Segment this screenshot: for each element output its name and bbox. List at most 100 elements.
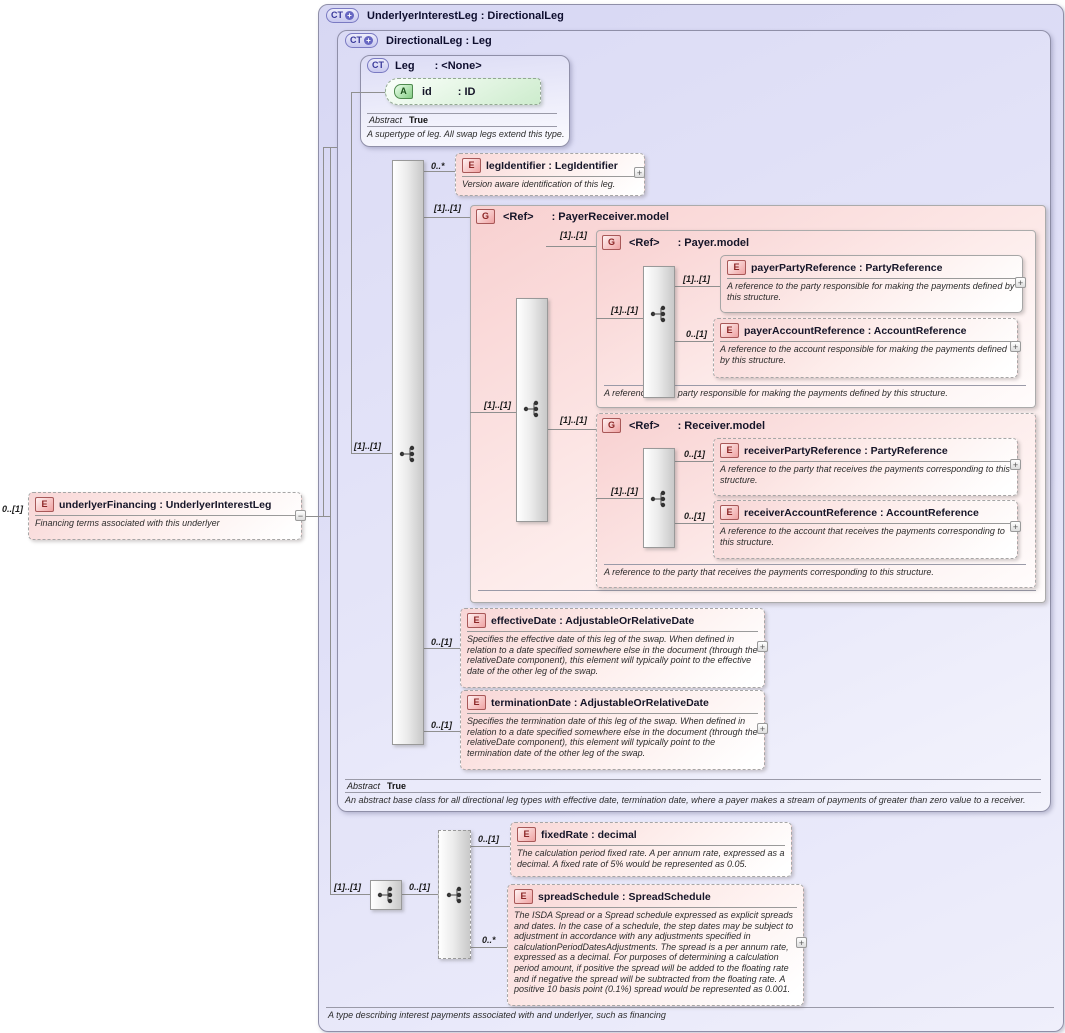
expand-icon-spreadschedule[interactable]: + [796,937,807,948]
element-box-fixedrate[interactable]: E fixedRate : decimal The calculation pe… [510,822,792,877]
cardinality-label: [1]..[1] [354,441,381,451]
sequence-bar-extension-inner [438,830,471,959]
connector-line [323,147,324,516]
abstract-value: True [387,781,406,791]
abstract-value: True [409,115,428,125]
expand-icon-payerpartyreference[interactable]: + [1015,277,1026,288]
connector-line [469,947,507,948]
sequence-bar-payerreceiver [516,298,548,522]
complextype-icon: CT+ [326,8,359,23]
complextype-icon: CT+ [345,33,378,48]
element-box-legidentifier[interactable]: E legIdentifier : LegIdentifier Version … [455,153,645,196]
page-title: UnderlyerInterestLeg : DirectionalLeg [367,10,564,22]
connector-line [546,246,596,247]
connector-line [422,171,455,172]
element-box-terminationdate[interactable]: E terminationDate : AdjustableOrRelative… [460,690,765,770]
element-documentation: Financing terms associated with this und… [35,515,295,529]
element-icon: E [727,260,746,275]
attribute-icon: A [394,84,413,99]
element-name: effectiveDate : AdjustableOrRelativeDate [491,615,694,627]
complextype-header-directionalleg: CT+ DirectionalLeg : Leg [345,33,492,48]
connector-line [673,523,713,524]
expand-icon-payeraccountreference[interactable]: + [1010,341,1021,352]
sequence-bar-payer [643,266,675,398]
xsd-diagram: CT+ UnderlyerInterestLeg : DirectionalLe… [0,0,1065,1033]
element-box-payerpartyreference[interactable]: E payerPartyReference : PartyReference A… [720,255,1023,313]
element-documentation: A reference to the party that receives t… [720,461,1011,485]
cardinality-label: 0..[1] [431,637,452,647]
element-icon: E [720,443,739,458]
divider [367,113,557,114]
sequence-icon [377,886,395,904]
cardinality-label: 0..* [482,935,496,945]
connector-line [306,516,330,517]
group-icon: G [476,209,495,224]
element-documentation: Specifies the termination date of this l… [467,713,758,758]
element-icon: E [720,323,739,338]
element-box-receiveraccountreference[interactable]: E receiverAccountReference : AccountRefe… [713,500,1018,559]
cardinality-label: 0..[1] [684,511,705,521]
element-documentation: Version aware identification of this leg… [462,176,638,190]
sequence-icon [399,445,417,463]
sequence-box-extension [370,880,402,910]
attribute-box-id[interactable]: A id : ID [385,78,541,105]
directionalleg-title: DirectionalLeg : Leg [386,35,492,47]
divider [326,1007,1054,1008]
divider [478,590,1036,591]
expand-icon-legidentifier[interactable]: + [634,167,645,178]
cardinality-label: [1]..[1] [560,415,587,425]
derived-plus-icon: + [345,11,354,20]
element-icon: E [720,505,739,520]
group-header-payerreceiver-model: G <Ref> : PayerReceiver.model [476,209,669,224]
element-documentation: The ISDA Spread or a Spread schedule exp… [514,907,797,995]
sequence-icon [446,886,464,904]
cardinality-label: 0..[1] [409,882,430,892]
leg-name: Leg [395,60,415,72]
connector-line [673,286,720,287]
sequence-icon [650,490,668,508]
group-header-payer-model: G <Ref> : Payer.model [602,235,749,250]
element-box-spreadschedule[interactable]: E spreadSchedule : SpreadSchedule The IS… [507,884,804,1006]
cardinality-label: [1]..[1] [611,305,638,315]
group-type: : Payer.model [678,237,750,249]
cardinality-label: [1]..[1] [484,400,511,410]
connector-line [596,498,643,499]
connector-line [351,92,385,93]
group-icon: G [602,418,621,433]
group-name: <Ref> [629,237,660,249]
element-documentation: A reference to the account that receives… [720,523,1011,547]
connector-line [422,217,470,218]
abstract-label: Abstract [369,115,402,125]
cardinality-label: 0..[1] [684,449,705,459]
connector-line [596,318,643,319]
expand-icon-receiveraccountreference[interactable]: + [1010,521,1021,532]
element-icon: E [517,827,536,842]
element-icon: E [514,889,533,904]
sequence-icon [650,305,668,323]
element-box-payeraccountreference[interactable]: E payerAccountReference : AccountReferen… [713,318,1018,378]
element-name: terminationDate : AdjustableOrRelativeDa… [491,697,709,709]
expand-icon-receiverpartyreference[interactable]: + [1010,459,1021,470]
expand-icon-effectivedate[interactable]: + [757,641,768,652]
element-box-effectivedate[interactable]: E effectiveDate : AdjustableOrRelativeDa… [460,608,765,688]
element-box-underlyerfinancing[interactable]: E underlyerFinancing : UnderlyerInterest… [28,492,302,540]
connector-line [470,412,516,413]
type-documentation: A type describing interest payments asso… [328,1010,666,1020]
type-documentation: An abstract base class for all direction… [345,795,1026,805]
element-box-receiverpartyreference[interactable]: E receiverPartyReference : PartyReferenc… [713,438,1018,496]
group-type: : PayerReceiver.model [552,211,669,223]
cardinality-label: 0..[1] [686,329,707,339]
abstract-label: Abstract [347,781,380,791]
type-documentation: A supertype of leg. All swap legs extend… [367,129,564,139]
element-name: fixedRate : decimal [541,829,637,841]
connector-line [422,648,460,649]
element-icon: E [467,695,486,710]
sequence-bar-directionalleg [392,160,424,745]
sequence-bar-receiver [643,448,675,548]
cardinality-label: 0..* [431,161,445,171]
expand-icon-terminationdate[interactable]: + [757,723,768,734]
element-name: spreadSchedule : SpreadSchedule [538,891,711,903]
group-header-receiver-model: G <Ref> : Receiver.model [602,418,765,433]
element-icon: E [467,613,486,628]
collapse-icon-underlyerfinancing[interactable]: − [295,510,306,521]
